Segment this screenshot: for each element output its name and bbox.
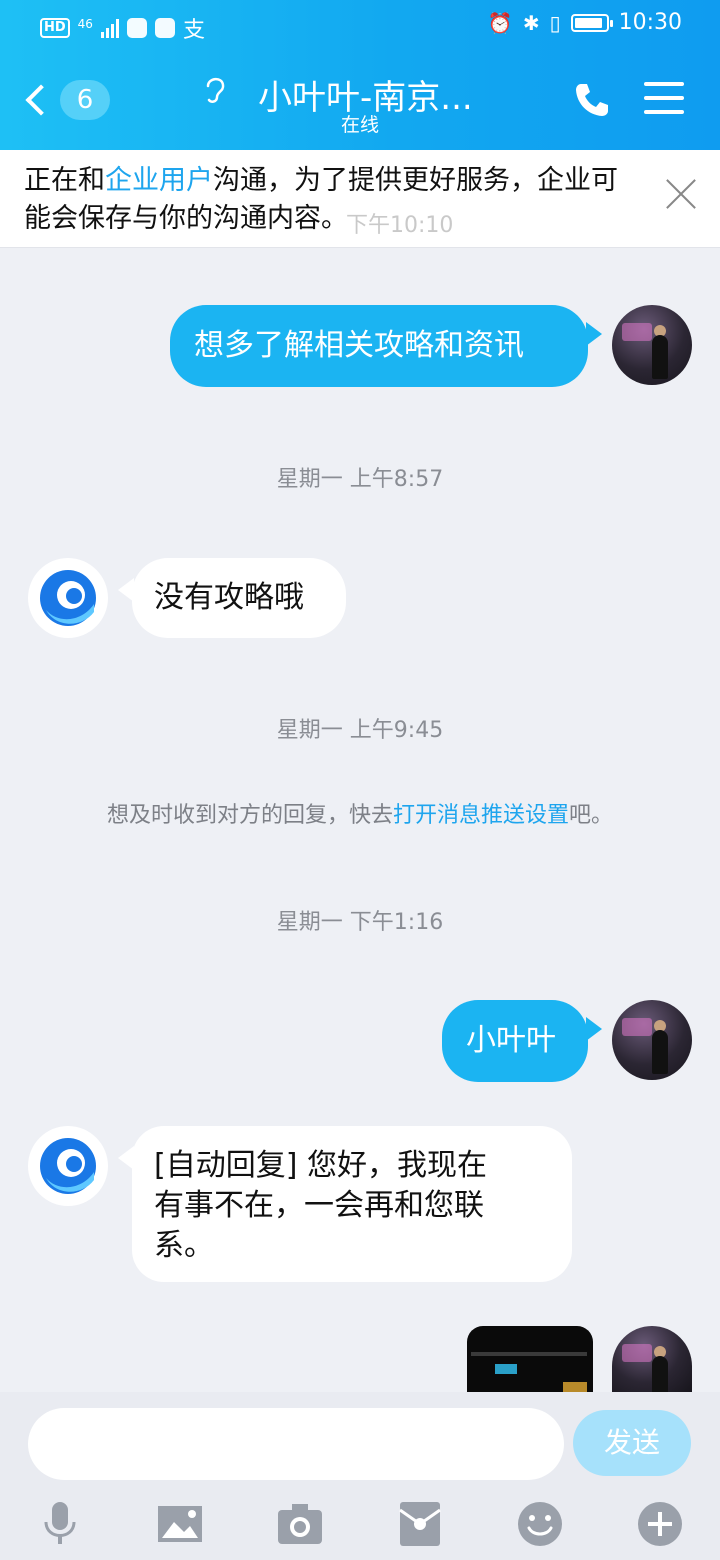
camera-icon[interactable]: [276, 1500, 324, 1548]
contact-avatar[interactable]: [28, 558, 108, 638]
status-bar-right: ⏰ ✱ ▯ 10:30: [488, 10, 682, 35]
signal-icon: [100, 18, 119, 38]
vibrate-icon: ▯: [549, 10, 561, 35]
send-button[interactable]: 发送: [573, 1410, 691, 1476]
faded-timestamp: 下午10:10: [346, 213, 454, 238]
message-text: 没有攻略哦: [154, 580, 304, 615]
clock: 10:30: [618, 10, 682, 35]
image-message[interactable]: [467, 1326, 593, 1396]
enterprise-logo-icon: [40, 570, 96, 626]
status-bar: HD 46 支 ⏰ ✱ ▯ 10:30: [0, 0, 720, 50]
alarm-icon: ⏰: [487, 10, 513, 35]
message-line: 有事不在，一会再和您联: [154, 1188, 484, 1223]
red-packet-icon[interactable]: [396, 1500, 444, 1548]
app-notification-icon: [126, 18, 147, 38]
notice-text-before: 正在和: [24, 165, 105, 196]
tip-text-after: 吧。: [569, 803, 614, 828]
online-status: 在线: [340, 114, 379, 136]
my-message-bubble[interactable]: 想多了解相关攻略和资讯: [170, 305, 588, 387]
chat-header: HD 46 支 ⏰ ✱ ▯ 10:30 6 小叶叶-南京... 在线: [0, 0, 720, 150]
my-avatar[interactable]: [612, 1000, 692, 1080]
alipay-icon: 支: [182, 18, 205, 43]
timestamp: 星期一 上午8:57: [276, 467, 444, 492]
bubble-tail: [586, 1017, 602, 1041]
enterprise-logo-icon: [40, 1138, 96, 1194]
my-avatar[interactable]: [612, 1326, 692, 1392]
bluetooth-icon: ✱: [522, 10, 540, 35]
message-line: 系。: [154, 1228, 214, 1263]
menu-icon[interactable]: [644, 82, 684, 116]
close-icon[interactable]: [664, 176, 698, 210]
enterprise-user-link[interactable]: 企业用户: [105, 165, 213, 196]
phone-icon[interactable]: [572, 80, 612, 120]
battery-icon: [570, 13, 613, 32]
my-avatar[interactable]: [612, 305, 692, 385]
message-text: 想多了解相关攻略和资讯: [194, 328, 524, 363]
network-type: 46: [77, 17, 93, 31]
ear-icon[interactable]: [200, 72, 230, 106]
plus-icon[interactable]: [636, 1500, 684, 1548]
timestamp: 星期一 下午1:16: [276, 910, 444, 935]
open-push-settings-link[interactable]: 打开消息推送设置: [393, 803, 569, 828]
message-line: [自动回复] 您好，我现在: [154, 1148, 487, 1183]
message-text: 小叶叶: [466, 1023, 556, 1058]
emoji-icon[interactable]: [516, 1500, 564, 1548]
bubble-tail: [586, 322, 602, 346]
message-input[interactable]: [28, 1408, 564, 1480]
status-bar-left: HD 46 支: [40, 12, 205, 44]
my-message-bubble[interactable]: 小叶叶: [442, 1000, 588, 1082]
input-bar: 发送: [0, 1392, 720, 1560]
input-toolbar: [0, 1500, 720, 1556]
image-icon[interactable]: [156, 1500, 204, 1548]
auto-reply-bubble[interactable]: [自动回复] 您好，我现在 有事不在，一会再和您联 系。: [132, 1126, 572, 1282]
tip-text-before: 想及时收到对方的回复，快去: [106, 803, 393, 828]
push-settings-tip: 想及时收到对方的回复，快去打开消息推送设置吧。: [0, 797, 720, 829]
cloud-notification-icon: [154, 18, 175, 38]
contact-avatar[interactable]: [28, 1126, 108, 1206]
notice-text: 正在和企业用户沟通，为了提供更好服务，企业可能会保存与你的沟通内容。: [24, 162, 644, 238]
hd-indicator: HD: [40, 18, 70, 38]
contact-message-bubble[interactable]: 没有攻略哦: [132, 558, 346, 638]
microphone-icon[interactable]: [36, 1500, 84, 1548]
timestamp: 星期一 上午9:45: [276, 718, 444, 743]
